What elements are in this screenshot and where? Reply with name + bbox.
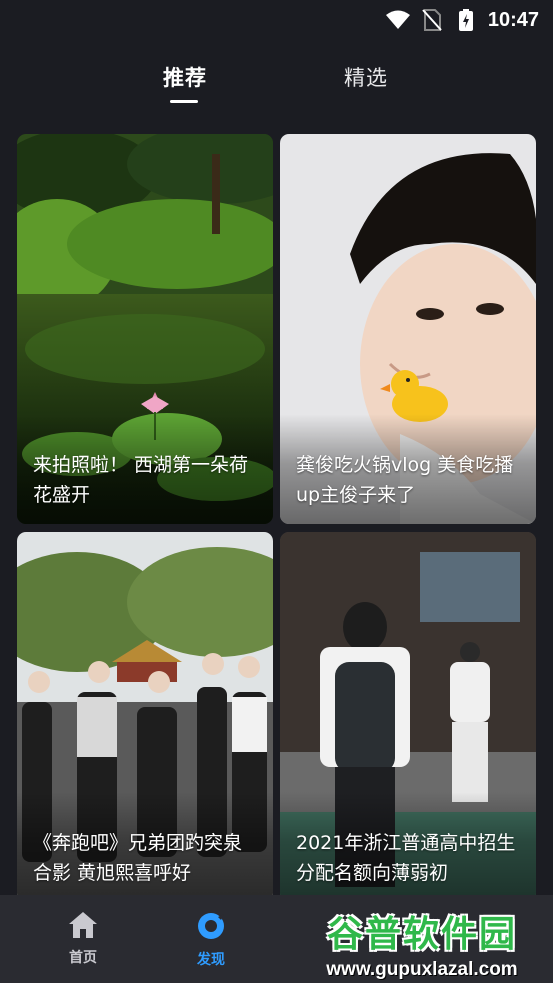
bottom-navigation: 首页 发现 谷普软件园 www.gupuxlazal.com [0, 895, 553, 983]
watermark-url: www.gupuxlazal.com [326, 959, 518, 980]
video-card-zhejiang-admission[interactable]: 2021年浙江普通高中招生 分配名额向薄弱初 [280, 532, 536, 902]
battery-charging-icon [454, 8, 478, 32]
tab-recommended[interactable]: 推荐 [163, 62, 207, 92]
tab-featured[interactable]: 精选 [344, 62, 388, 92]
video-card-lotus[interactable]: 来拍照啦！ 西湖第一朵荷花盛开 [17, 134, 273, 524]
status-bar: 10:47 [0, 0, 553, 40]
active-tab-indicator [170, 100, 198, 103]
video-card-hotpot-vlog[interactable]: 龚俊吃火锅vlog 美食吃播up主俊子来了 [280, 134, 536, 524]
discover-icon [196, 913, 226, 945]
no-sim-icon [420, 8, 444, 32]
site-watermark: 谷普软件园 www.gupuxlazal.com [297, 897, 547, 980]
home-icon [68, 912, 98, 943]
video-card-running-man[interactable]: 《奔跑吧》兄弟团趵突泉合影 黄旭熙喜呼好 [17, 532, 273, 902]
clock-time: 10:47 [487, 8, 539, 31]
nav-label-home: 首页 [69, 950, 97, 966]
video-title: 《奔跑吧》兄弟团趵突泉合影 黄旭熙喜呼好 [33, 832, 243, 884]
video-title: 龚俊吃火锅vlog 美食吃播up主俊子来了 [296, 454, 514, 506]
video-title: 来拍照啦！ 西湖第一朵荷花盛开 [33, 454, 249, 506]
top-tabs: 推荐 精选 [0, 62, 553, 112]
nav-label-discover: 发现 [197, 952, 225, 968]
watermark-name: 谷普软件园 [326, 914, 517, 955]
wifi-icon [385, 8, 410, 32]
nav-item-home[interactable]: 首页 [48, 911, 118, 967]
nav-item-discover[interactable]: 发现 [176, 911, 246, 969]
video-title: 2021年浙江普通高中招生 分配名额向薄弱初 [296, 832, 516, 884]
